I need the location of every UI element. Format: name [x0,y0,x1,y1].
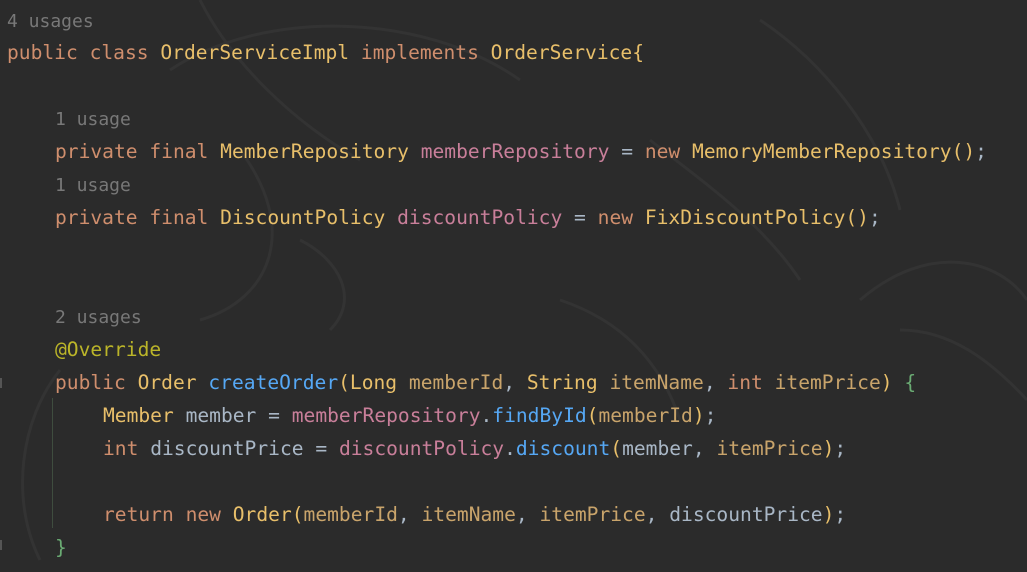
code-line[interactable]: return new Order(memberId, itemName, ite… [103,498,846,531]
code-token: OrderServiceImpl [160,41,361,64]
code-line[interactable]: 1 usage [55,102,131,135]
code-token: String [526,371,610,394]
code-token: Order [232,503,292,526]
code-token: ; [834,437,847,460]
code-line[interactable]: 4 usages [7,4,94,37]
code-token: memberRepository [420,140,610,163]
code-line[interactable]: } [55,531,67,564]
code-token: itemPrice [774,371,881,394]
code-token: , [515,503,540,526]
indent-guide [52,398,53,528]
gutter-marker [0,540,8,550]
code-token: new [644,140,693,163]
code-token: MemoryMemberRepository [692,140,952,163]
code-token: public class [7,41,161,64]
code-token: = [609,140,645,163]
code-token: itemPrice [716,437,823,460]
code-token: } [55,536,67,559]
code-token: ; [704,404,717,427]
code-line[interactable]: 2 usages [55,300,142,333]
code-token: new [185,503,233,526]
code-token: Order [137,371,209,394]
code-token: { [632,41,645,64]
gutter-marker [0,378,8,388]
code-token: Member [103,404,186,427]
code-token: createOrder [208,371,339,394]
code-line[interactable]: private final MemberRepository memberRep… [55,135,987,168]
code-token: = [562,206,598,229]
code-token: private final [55,206,221,229]
usage-hint[interactable]: 1 usage [55,109,131,130]
code-editor[interactable]: 4 usages public class OrderServiceImpl i… [0,0,1027,572]
code-token: findById [492,404,587,427]
code-line[interactable]: @Override [55,333,161,366]
code-token: , [703,371,728,394]
usage-hint[interactable]: 4 usages [7,11,94,32]
code-token: itemName [421,503,516,526]
code-token: DiscountPolicy [220,206,398,229]
code-token: new [597,206,645,229]
code-token: ) [822,437,835,460]
code-token: ) [822,503,835,526]
code-token: . [504,437,516,460]
code-token: itemPrice [539,503,646,526]
code-token: , [503,371,527,394]
code-token: discountPolicy [397,206,563,229]
code-line[interactable]: public class OrderServiceImpl implements… [7,36,644,69]
code-token: FixDiscountPolicy [644,206,846,229]
code-token: () [845,206,869,229]
code-token: public [55,371,138,394]
code-token: () [951,140,976,163]
code-line[interactable]: private final DiscountPolicy discountPol… [55,201,881,234]
code-token: memberRepository [291,404,481,427]
code-token: member = [185,404,292,427]
code-token: memberId [598,404,693,427]
code-token: ( [338,371,350,394]
code-token: . [480,404,493,427]
code-token: discount [515,437,611,460]
code-token: Long [349,371,409,394]
background-watermark-illustration [21,0,1027,561]
code-token: ) [692,404,705,427]
code-token: ) [880,371,905,394]
code-token: , [645,503,670,526]
code-token: ( [610,437,623,460]
code-token: { [904,371,917,394]
code-line[interactable]: int discountPrice = discountPolicy.disco… [103,432,846,465]
code-token: implements [360,41,491,64]
code-token: ( [586,404,599,427]
code-token: discountPolicy [338,437,505,460]
code-token: @Override [55,338,162,361]
code-token: ; [834,503,847,526]
code-line[interactable]: Member member = memberRepository.findByI… [103,399,716,432]
code-token: discountPrice = [150,437,339,460]
code-token: return [103,503,186,526]
code-token: member, [622,437,717,460]
code-token: discountPrice [669,503,823,526]
code-line[interactable]: public Order createOrder(Long memberId, … [55,366,916,399]
code-line[interactable]: 1 usage [55,168,131,201]
code-token: , [397,503,422,526]
code-token: itemName [609,371,704,394]
code-token: int [103,437,151,460]
code-token: private final [55,140,221,163]
code-token: ; [868,206,881,229]
usage-hint[interactable]: 1 usage [55,175,131,196]
code-token: ; [975,140,987,163]
code-token: ( [291,503,304,526]
usage-hint[interactable]: 2 usages [55,307,142,328]
code-token: memberId [408,371,504,394]
code-token: OrderService [490,41,633,64]
code-token: MemberRepository [220,140,421,163]
code-token: memberId [303,503,398,526]
code-token: int [727,371,775,394]
